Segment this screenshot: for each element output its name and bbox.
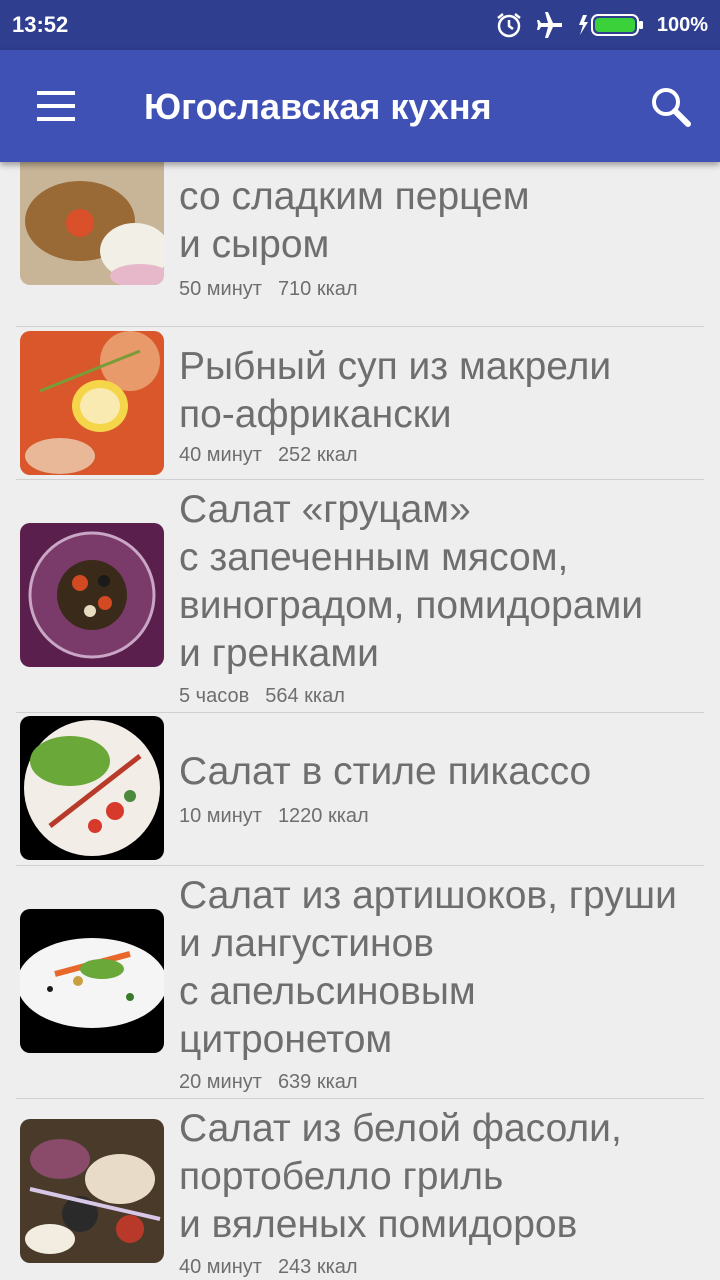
recipe-time: 5 часов (179, 685, 250, 707)
recipe-thumbnail (20, 909, 164, 1053)
recipe-calories: 243 ккал (277, 1256, 358, 1278)
recipe-meta: 10 минут 1220 ккал (179, 805, 369, 828)
status-icons: 100% (495, 11, 708, 39)
recipe-title: со сладким перцем и сыром (179, 175, 530, 266)
recipe-meta: 20 минут 639 ккал (179, 1071, 358, 1094)
recipe-meta: 5 часов 564 ккал (179, 685, 345, 708)
recipe-item[interactable]: Салат в стиле пикассо 10 минут 1220 ккал (16, 713, 704, 866)
menu-button[interactable] (30, 82, 82, 130)
hamburger-menu-icon (37, 91, 75, 121)
status-time: 13:52 (12, 12, 69, 37)
alarm-icon (495, 11, 523, 39)
battery-icon (577, 12, 645, 38)
search-button[interactable] (648, 84, 694, 130)
recipe-calories: 639 ккал (277, 1071, 358, 1093)
recipe-time: 40 минут (179, 444, 262, 466)
recipe-calories: 564 ккал (265, 685, 345, 707)
airplane-mode-icon (535, 11, 565, 39)
app-title: Югославская кухня (144, 86, 492, 127)
recipe-meta: 40 минут 243 ккал (179, 1256, 358, 1279)
recipe-title: Салат в стиле пикассо (179, 750, 592, 793)
recipe-item[interactable]: Салат «груцам» с запеченным мясом, виног… (16, 480, 704, 713)
recipe-thumbnail (20, 523, 164, 667)
recipe-calories: 710 ккал (277, 278, 358, 300)
recipe-time: 10 минут (179, 805, 262, 827)
recipe-thumbnail (20, 162, 164, 285)
recipe-list[interactable]: со сладким перцем и сыром 50 минут 710 кк… (0, 162, 720, 1280)
recipe-calories: 252 ккал (277, 444, 358, 466)
recipe-thumbnail (20, 331, 164, 475)
recipe-time: 20 минут (179, 1071, 262, 1093)
recipe-calories: 1220 ккал (277, 805, 369, 827)
recipe-item[interactable]: Рыбный суп из макрели по-африкански 40 м… (16, 327, 704, 480)
search-icon (652, 88, 691, 127)
recipe-time: 50 минут (179, 278, 262, 300)
recipe-item[interactable]: Салат из артишоков, груши и лангустинов … (16, 866, 704, 1099)
battery-percent: 100% (656, 13, 708, 36)
recipe-item[interactable]: со сладким перцем и сыром 50 минут 710 кк… (16, 162, 704, 327)
recipe-time: 40 минут (179, 1256, 262, 1278)
recipe-meta: 40 минут 252 ккал (179, 444, 358, 467)
recipe-item[interactable]: Салат из белой фасоли, портобелло гриль … (16, 1099, 704, 1280)
recipe-title: Салат «груцам» с запеченным мясом, виног… (179, 488, 644, 675)
app-bar: Югославская кухня (0, 50, 720, 162)
recipe-title: Рыбный суп из макрели по-африкански (179, 345, 612, 436)
status-bar: 13:52 100% (0, 0, 720, 50)
recipe-title: Салат из артишоков, груши и лангустинов … (179, 874, 677, 1061)
recipe-title: Салат из белой фасоли, портобелло гриль … (179, 1107, 622, 1246)
recipe-meta: 50 минут 710 ккал (179, 278, 358, 301)
recipe-thumbnail (20, 716, 164, 860)
recipe-thumbnail (20, 1119, 164, 1263)
